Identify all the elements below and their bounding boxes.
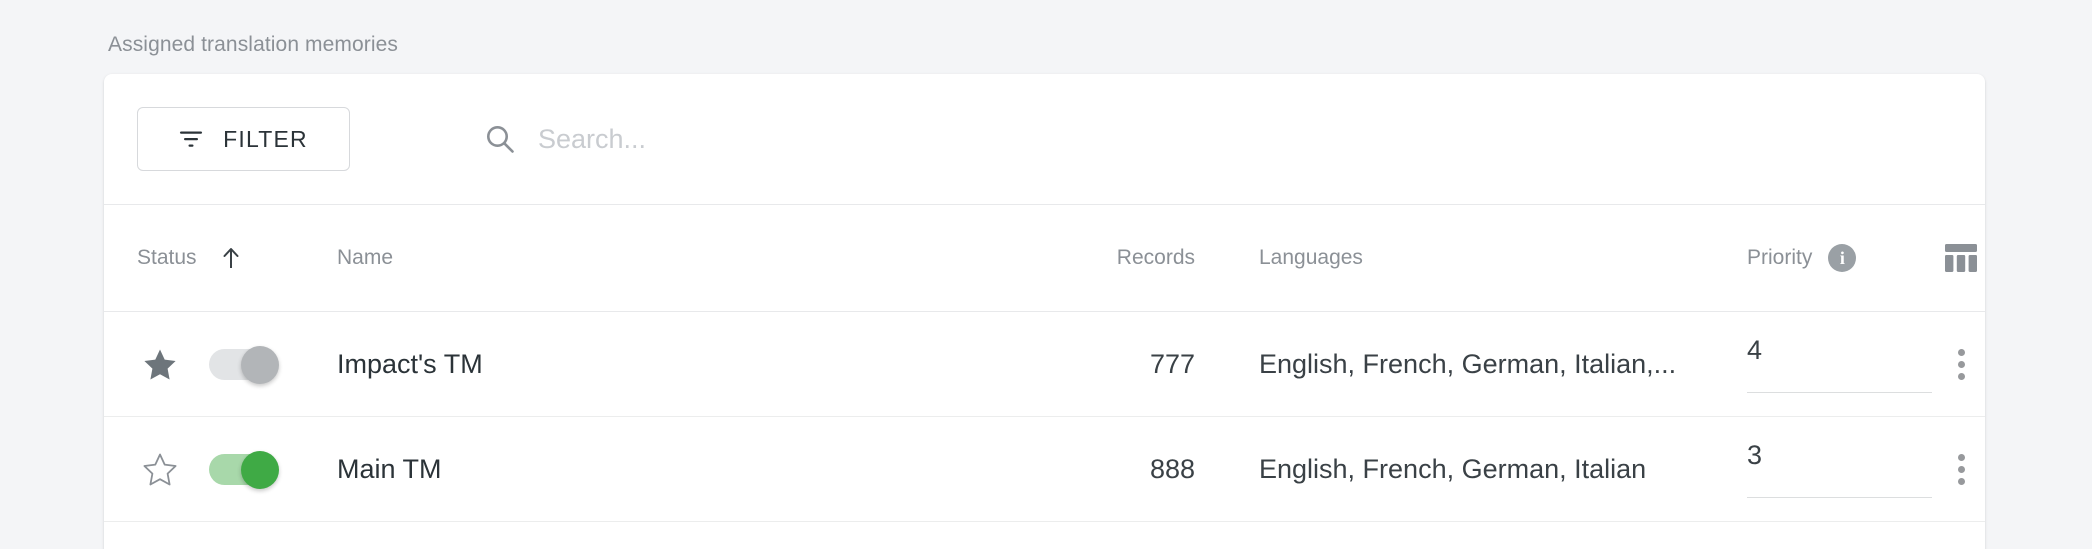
- row-enabled-toggle[interactable]: [209, 346, 281, 384]
- row-name-label: Impact's TM: [337, 348, 483, 379]
- assigned-translation-memories-panel: Assigned translation memories FILTER Sea…: [0, 0, 2092, 549]
- table-columns-icon[interactable]: [1944, 243, 1978, 273]
- star-outline-icon[interactable]: [137, 446, 183, 492]
- column-header-languages[interactable]: Languages: [1217, 246, 1737, 270]
- column-header-records-label: Records: [1116, 246, 1195, 269]
- row-languages-value: English, French, German, Italian,...: [1259, 348, 1677, 379]
- row-priority-cell: [1737, 335, 1937, 393]
- translation-memories-table: Status Name Records Languages Priority i…: [104, 205, 1985, 549]
- arrow-up-icon: [221, 246, 241, 270]
- row-priority-cell: [1737, 440, 1937, 498]
- section-title: Assigned translation memories: [108, 33, 399, 56]
- filter-button-label: FILTER: [223, 125, 308, 152]
- row-records-cell: 777: [897, 349, 1217, 380]
- column-header-records[interactable]: Records: [897, 246, 1217, 270]
- row-name-cell: Main TM: [337, 454, 897, 485]
- column-header-name-label: Name: [337, 246, 394, 269]
- filter-button[interactable]: FILTER: [137, 107, 350, 171]
- row-records-value: 777: [1149, 348, 1195, 379]
- more-vertical-icon[interactable]: [1938, 341, 1984, 387]
- row-languages-cell: English, French, German, Italian: [1217, 454, 1737, 485]
- translation-memories-card: FILTER Status: [104, 74, 1985, 549]
- row-enabled-toggle[interactable]: [209, 451, 281, 489]
- column-header-languages-label: Languages: [1259, 246, 1363, 269]
- priority-input[interactable]: [1747, 440, 1932, 498]
- row-languages-cell: English, French, German, Italian,...: [1217, 349, 1737, 380]
- column-settings-cell: [1937, 243, 1985, 273]
- table-toolbar: FILTER: [104, 74, 1985, 205]
- star-filled-icon[interactable]: [137, 341, 183, 387]
- row-records-value: 888: [1149, 453, 1195, 484]
- row-actions-cell: [1937, 446, 1985, 492]
- column-header-name[interactable]: Name: [337, 246, 897, 270]
- search-input[interactable]: [538, 123, 1238, 155]
- row-name-label: Main TM: [337, 453, 442, 484]
- row-actions-cell: [1937, 341, 1985, 387]
- table-row[interactable]: Main TM 888 English, French, German, Ita…: [104, 417, 1985, 522]
- search-field[interactable]: [484, 107, 1238, 171]
- row-records-cell: 888: [897, 454, 1217, 485]
- row-status-cell: [137, 341, 337, 387]
- toggle-thumb: [241, 451, 279, 489]
- row-status-cell: [137, 446, 337, 492]
- table-row[interactable]: [104, 522, 1985, 549]
- more-vertical-icon[interactable]: [1938, 446, 1984, 492]
- search-icon: [484, 123, 516, 155]
- column-header-priority[interactable]: Priority i: [1737, 244, 1937, 272]
- row-languages-value: English, French, German, Italian: [1259, 453, 1647, 484]
- column-header-status[interactable]: Status: [137, 246, 337, 270]
- table-row[interactable]: Impact's TM 777 English, French, German,…: [104, 312, 1985, 417]
- row-name-cell: Impact's TM: [337, 349, 897, 380]
- column-header-priority-label: Priority: [1747, 246, 1813, 269]
- toggle-thumb: [241, 346, 279, 384]
- column-header-status-label: Status: [137, 246, 197, 269]
- priority-input[interactable]: [1747, 335, 1932, 393]
- info-icon[interactable]: i: [1828, 244, 1857, 272]
- filter-icon: [179, 130, 203, 148]
- table-header-row: Status Name Records Languages Priority i: [104, 205, 1985, 312]
